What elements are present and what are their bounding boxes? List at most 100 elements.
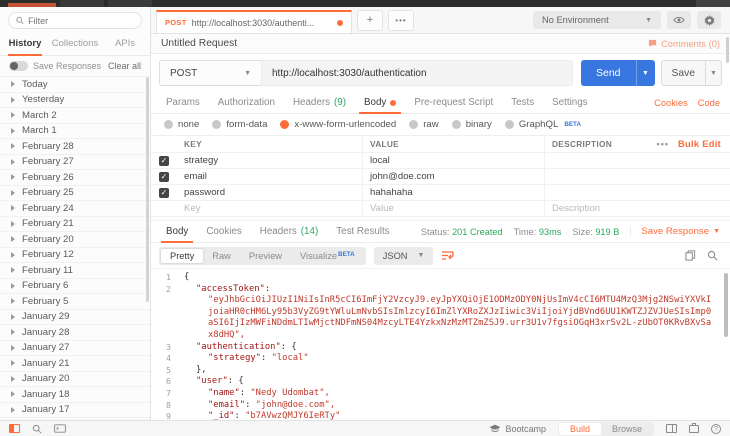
response-tab-headers[interactable]: Headers(14) [251, 221, 327, 242]
request-tab-params[interactable]: Params [157, 92, 209, 113]
request-tab-body[interactable]: Body [355, 92, 405, 113]
body-mode-binary[interactable]: binary [452, 119, 492, 130]
kv-description-cell[interactable] [545, 185, 652, 200]
history-item-january-17[interactable]: January 17 [0, 403, 150, 419]
bulk-edit-link[interactable]: Bulk Edit [678, 139, 721, 149]
checkbox-checked-icon[interactable] [159, 172, 169, 182]
comments-button[interactable]: Comments (0) [648, 39, 720, 49]
history-item-february-11[interactable]: February 11 [0, 263, 150, 279]
history-item-february-6[interactable]: February 6 [0, 279, 150, 295]
request-tab-headers[interactable]: Headers(9) [284, 92, 355, 113]
history-item-march-1[interactable]: March 1 [0, 124, 150, 140]
url-input[interactable] [261, 60, 573, 86]
response-tab-test-results[interactable]: Test Results [327, 221, 398, 242]
body-mode-none[interactable]: none [164, 119, 199, 130]
environment-settings-button[interactable] [697, 11, 721, 29]
sidebar-tab-collections[interactable]: Collections [50, 33, 100, 55]
history-item-february-26[interactable]: February 26 [0, 170, 150, 186]
environment-quicklook-button[interactable] [667, 11, 691, 29]
kv-value-cell[interactable]: john@doe.com [363, 169, 545, 184]
open-request-tab[interactable]: POST http://localhost:3030/authenti... [156, 10, 352, 33]
history-item-january-18[interactable]: January 18 [0, 387, 150, 403]
save-button[interactable]: Save ▼ [661, 60, 722, 86]
response-tab-body[interactable]: Body [157, 221, 197, 242]
checkbox-checked-icon[interactable] [159, 188, 169, 198]
response-body-viewer[interactable]: 1{2"accessToken":"eyJhbGciOiJIUzI1NiIsIn… [151, 268, 730, 420]
kv-key-input[interactable]: Key [177, 201, 363, 216]
history-item-january-29[interactable]: January 29 [0, 310, 150, 326]
code-link[interactable]: Code [698, 98, 720, 108]
history-item-january-27[interactable]: January 27 [0, 341, 150, 357]
body-mode-graphql[interactable]: GraphQLBETA [505, 119, 581, 130]
filter-box[interactable] [8, 12, 142, 29]
history-item-today[interactable]: Today [0, 77, 150, 93]
save-responses-toggle[interactable] [9, 61, 28, 71]
sidebar-scrollbar[interactable] [146, 77, 149, 302]
kv-description-cell[interactable] [545, 169, 652, 184]
history-item-february-20[interactable]: February 20 [0, 232, 150, 248]
tab-options-button[interactable]: ••• [388, 10, 414, 31]
body-mode-x-www-form-urlencoded[interactable]: x-www-form-urlencoded [280, 119, 396, 130]
history-item-january-20[interactable]: January 20 [0, 372, 150, 388]
kv-key-cell[interactable]: password [177, 185, 363, 200]
view-tab-pretty[interactable]: Pretty [161, 249, 203, 263]
history-item-february-25[interactable]: February 25 [0, 186, 150, 202]
more-options-icon[interactable]: ••• [657, 139, 669, 149]
sidebar-tab-history[interactable]: History [0, 33, 50, 55]
sidebar-toggle-icon[interactable] [9, 424, 20, 433]
checkbox-checked-icon[interactable] [159, 156, 169, 166]
cookies-link[interactable]: Cookies [654, 98, 688, 108]
send-button[interactable]: Send ▼ [581, 60, 655, 86]
request-tab-pre-request-script[interactable]: Pre-request Script [405, 92, 502, 113]
search-all-icon[interactable] [32, 424, 42, 434]
history-item-february-5[interactable]: February 5 [0, 294, 150, 310]
save-options-caret[interactable]: ▼ [705, 61, 721, 85]
copy-icon[interactable] [685, 250, 696, 261]
history-item-february-12[interactable]: February 12 [0, 248, 150, 264]
history-item-february-24[interactable]: February 24 [0, 201, 150, 217]
launchpad-icon[interactable] [689, 425, 699, 433]
body-mode-form-data[interactable]: form-data [212, 119, 267, 130]
view-tab-visualize[interactable]: VisualizeBETA [291, 249, 364, 263]
console-icon[interactable] [54, 424, 66, 433]
history-item-january-21[interactable]: January 21 [0, 356, 150, 372]
kv-description-cell[interactable] [545, 153, 652, 168]
clear-all-link[interactable]: Clear all [108, 61, 141, 71]
request-tab-tests[interactable]: Tests [502, 92, 543, 113]
main-scrollbar[interactable] [726, 37, 729, 63]
response-tab-cookies[interactable]: Cookies [197, 221, 250, 242]
view-tab-raw[interactable]: Raw [203, 249, 240, 263]
wrap-text-button[interactable] [441, 250, 454, 261]
request-tab-settings[interactable]: Settings [543, 92, 596, 113]
kv-description-input[interactable]: Description [545, 201, 652, 216]
kv-value-input[interactable]: Value [363, 201, 545, 216]
help-icon[interactable]: ? [711, 424, 721, 434]
history-item-february-21[interactable]: February 21 [0, 217, 150, 233]
search-response-icon[interactable] [707, 250, 718, 261]
view-tab-preview[interactable]: Preview [240, 249, 291, 263]
method-selector[interactable]: POST ▼ [159, 60, 261, 86]
code-scrollbar[interactable] [724, 273, 728, 337]
kv-value-cell[interactable]: hahahaha [363, 185, 545, 200]
kv-value-cell[interactable]: local [363, 153, 545, 168]
history-item-january-28[interactable]: January 28 [0, 325, 150, 341]
save-response-button[interactable]: Save Response ▼ [630, 226, 720, 237]
history-item-march-2[interactable]: March 2 [0, 108, 150, 124]
two-pane-view-icon[interactable] [666, 424, 677, 433]
kv-key-cell[interactable]: email [177, 169, 363, 184]
body-mode-raw[interactable]: raw [409, 119, 438, 130]
kv-key-cell[interactable]: strategy [177, 153, 363, 168]
filter-input[interactable] [28, 16, 134, 26]
new-tab-button[interactable]: + [357, 10, 383, 31]
build-tab[interactable]: Build [559, 423, 601, 435]
history-item-february-27[interactable]: February 27 [0, 155, 150, 171]
history-item-february-28[interactable]: February 28 [0, 139, 150, 155]
sidebar-tab-apis[interactable]: APIs [100, 33, 150, 55]
bootcamp-button[interactable]: Bootcamp [489, 424, 546, 434]
send-options-caret[interactable]: ▼ [636, 60, 655, 86]
history-item-yesterday[interactable]: Yesterday [0, 93, 150, 109]
request-tab-authorization[interactable]: Authorization [209, 92, 284, 113]
browse-tab[interactable]: Browse [601, 423, 653, 435]
environment-selector[interactable]: No Environment ▼ [533, 11, 661, 29]
history-item-january-16[interactable]: January 16 [0, 418, 150, 420]
